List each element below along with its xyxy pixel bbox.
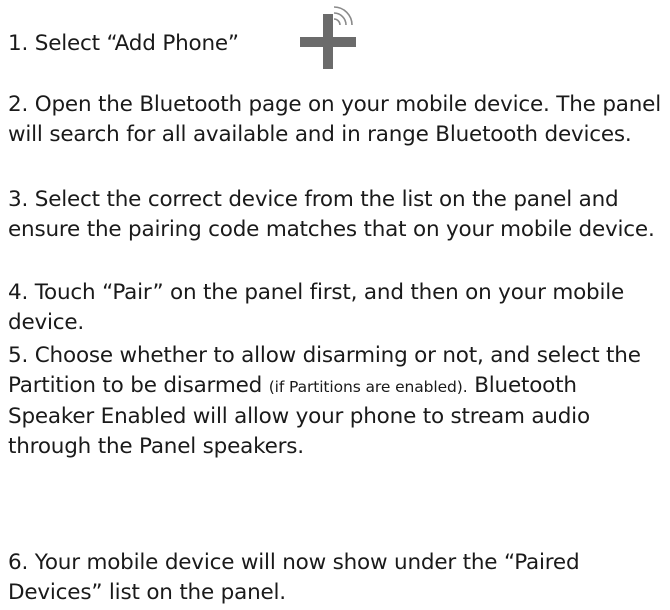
add-phone-icon <box>294 5 370 70</box>
step-4: 4. Touch “Pair” on the panel first, and … <box>8 280 625 335</box>
step-5: 5. Choose whether to allow disarming or … <box>8 341 664 461</box>
step-3: 3. Select the correct device from the li… <box>8 187 655 242</box>
step-2: 2. Open the Bluetooth page on your mobil… <box>8 92 661 147</box>
step-5-partitions-note: (if Partitions are enabled). <box>268 377 468 396</box>
step-6: 6. Your mobile device will now show unde… <box>8 550 580 605</box>
